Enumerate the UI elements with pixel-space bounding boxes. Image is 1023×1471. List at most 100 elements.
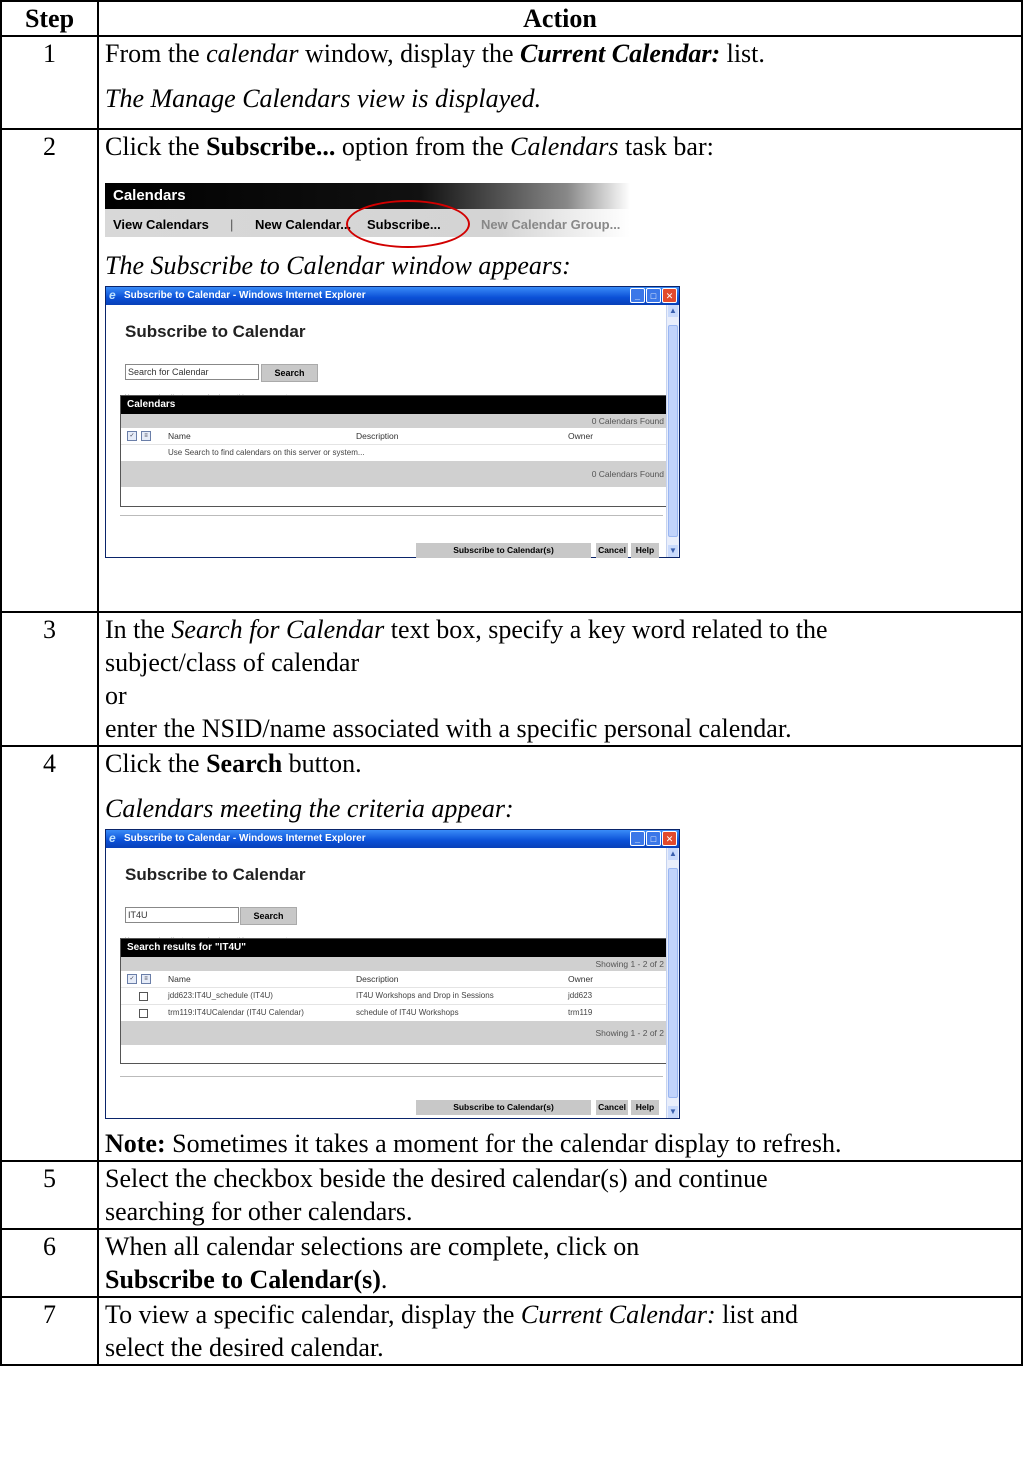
col-owner: Owner <box>568 974 594 984</box>
empty-message: Use Search to find calendars on this ser… <box>168 448 365 457</box>
step-number: 3 <box>0 611 99 747</box>
window-title: Subscribe to Calendar - Windows Internet… <box>124 290 366 301</box>
new-calendar-link[interactable]: New Calendar... <box>255 211 351 239</box>
panel-title: Calendars <box>121 396 668 414</box>
step-action: From the calendar window, display the Cu… <box>97 35 1023 130</box>
calendar-owner: jdd623 <box>568 991 593 1000</box>
highlight-circle <box>346 200 470 248</box>
select-all-icon[interactable]: ✓ <box>127 431 137 441</box>
scroll-thumb[interactable] <box>668 868 678 1098</box>
col-description: Description <box>356 431 399 441</box>
help-button[interactable]: Help <box>631 543 659 558</box>
step-instruction-line: select the desired calendar. <box>105 1333 384 1362</box>
table-row: 1 From the calendar window, display the … <box>0 35 1023 130</box>
deselect-all-icon[interactable]: ≡ <box>141 974 151 984</box>
table-row: trm119:IT4UCalendar (IT4U Calendar) sche… <box>121 1004 668 1021</box>
calendar-name: jdd623:IT4U_schedule (IT4U) <box>168 991 273 1000</box>
step-action: Click the Search button. Calendars meeti… <box>97 745 1023 1162</box>
cancel-button[interactable]: Cancel <box>596 543 628 558</box>
page-title: Subscribe to Calendar <box>125 322 306 341</box>
step-instruction-line: When all calendar selections are complet… <box>105 1232 640 1261</box>
table-row: 6 When all calendar selections are compl… <box>0 1228 1023 1298</box>
minimize-icon[interactable]: _ <box>630 831 645 846</box>
search-input[interactable]: Search for Calendar <box>125 364 259 380</box>
table-row: 7 To view a specific calendar, display t… <box>0 1296 1023 1366</box>
calendars-taskbar-image: Calendars View Calendars | New Calendar.… <box>105 183 630 248</box>
column-headers: ✓ ≡ Name Description Owner <box>121 971 668 987</box>
maximize-icon[interactable]: □ <box>646 288 661 303</box>
panel-title: Search results for "IT4U" <box>121 939 668 957</box>
window-titlebar: e Subscribe to Calendar - Windows Intern… <box>106 830 679 848</box>
header-step: Step <box>0 0 99 37</box>
results-count-top: 0 Calendars Found <box>121 414 668 428</box>
window-title: Subscribe to Calendar - Windows Internet… <box>124 833 366 844</box>
step-instruction-line: enter the NSID/name associated with a sp… <box>105 714 792 743</box>
deselect-all-icon[interactable]: ≡ <box>141 431 151 441</box>
step-action: In the Search for Calendar text box, spe… <box>97 611 1023 747</box>
scroll-down-icon[interactable]: ▼ <box>668 545 678 557</box>
step-number: 5 <box>0 1160 99 1230</box>
window-titlebar: e Subscribe to Calendar - Windows Intern… <box>106 287 679 305</box>
subscribe-to-calendars-button[interactable]: Subscribe to Calendar(s) <box>416 543 591 558</box>
step-instruction-line: subject/class of calendar <box>105 648 360 677</box>
calendar-owner: trm119 <box>568 1008 593 1017</box>
divider <box>120 515 663 516</box>
step-number: 4 <box>0 745 99 1162</box>
step-number: 7 <box>0 1296 99 1366</box>
step-instruction-line: or <box>105 681 127 710</box>
search-input[interactable]: IT4U <box>125 907 239 923</box>
step-action: Select the checkbox beside the desired c… <box>97 1160 1023 1230</box>
step-number: 1 <box>0 35 99 130</box>
note-text: Note: Sometimes it takes a moment for th… <box>105 1129 842 1158</box>
calendar-description: schedule of IT4U Workshops <box>356 1008 459 1017</box>
scroll-up-icon[interactable]: ▲ <box>668 848 678 860</box>
new-calendar-group-link[interactable]: New Calendar Group... <box>481 211 620 239</box>
results-count-bottom: Showing 1 - 2 of 2 <box>121 1021 668 1045</box>
header-action: Action <box>97 0 1023 37</box>
results-count-top: Showing 1 - 2 of 2 <box>121 957 668 971</box>
select-all-icon[interactable]: ✓ <box>127 974 137 984</box>
step-number: 6 <box>0 1228 99 1298</box>
step-action: Click the Subscribe... option from the C… <box>97 128 1023 613</box>
ie-logo-icon: e <box>109 288 116 302</box>
close-icon[interactable]: ✕ <box>662 831 677 846</box>
view-calendars-link[interactable]: View Calendars <box>113 211 209 239</box>
table-row: 4 Click the Search button. Calendars mee… <box>0 745 1023 1162</box>
scroll-down-icon[interactable]: ▼ <box>668 1106 678 1118</box>
step-instruction: To view a specific calendar, display the… <box>105 1300 798 1329</box>
table-row: jdd623:IT4U_schedule (IT4U) IT4U Worksho… <box>121 987 668 1004</box>
results-count-bottom: 0 Calendars Found <box>121 461 668 487</box>
table-row: 2 Click the Subscribe... option from the… <box>0 128 1023 613</box>
column-headers: ✓ ≡ Name Description Owner <box>121 428 668 444</box>
col-name: Name <box>168 974 191 984</box>
step-instruction: Click the Subscribe... option from the C… <box>105 132 714 161</box>
search-button[interactable]: Search <box>261 364 318 382</box>
search-button[interactable]: Search <box>240 907 297 925</box>
window-content: Subscribe to Calendar IT4U Search You ma… <box>106 848 669 1118</box>
cancel-button[interactable]: Cancel <box>596 1100 628 1115</box>
help-button[interactable]: Help <box>631 1100 659 1115</box>
col-description: Description <box>356 974 399 984</box>
close-icon[interactable]: ✕ <box>662 288 677 303</box>
calendars-panel: Calendars 0 Calendars Found ✓ ≡ Name Des… <box>120 395 669 507</box>
step-result: The Manage Calendars view is displayed. <box>105 84 542 113</box>
subscribe-to-calendars-button[interactable]: Subscribe to Calendar(s) <box>416 1100 591 1115</box>
ie-logo-icon: e <box>109 831 116 845</box>
scroll-thumb[interactable] <box>668 325 678 537</box>
maximize-icon[interactable]: □ <box>646 831 661 846</box>
list-item: Use Search to find calendars on this ser… <box>121 444 668 461</box>
table-header-row: Step Action <box>0 0 1023 37</box>
row-checkbox[interactable] <box>139 1009 148 1018</box>
subscribe-window-empty: e Subscribe to Calendar - Windows Intern… <box>105 286 680 558</box>
minimize-icon[interactable]: _ <box>630 288 645 303</box>
vertical-scrollbar[interactable]: ▲ ▼ <box>666 305 679 557</box>
col-name: Name <box>168 431 191 441</box>
col-owner: Owner <box>568 431 594 441</box>
subscribe-window-results: e Subscribe to Calendar - Windows Intern… <box>105 829 680 1119</box>
step-result: The Subscribe to Calendar window appears… <box>105 251 571 280</box>
search-results-panel: Search results for "IT4U" Showing 1 - 2 … <box>120 938 669 1064</box>
row-checkbox[interactable] <box>139 992 148 1001</box>
scroll-up-icon[interactable]: ▲ <box>668 305 678 317</box>
vertical-scrollbar[interactable]: ▲ ▼ <box>666 848 679 1118</box>
calendar-name: trm119:IT4UCalendar (IT4U Calendar) <box>168 1008 304 1017</box>
